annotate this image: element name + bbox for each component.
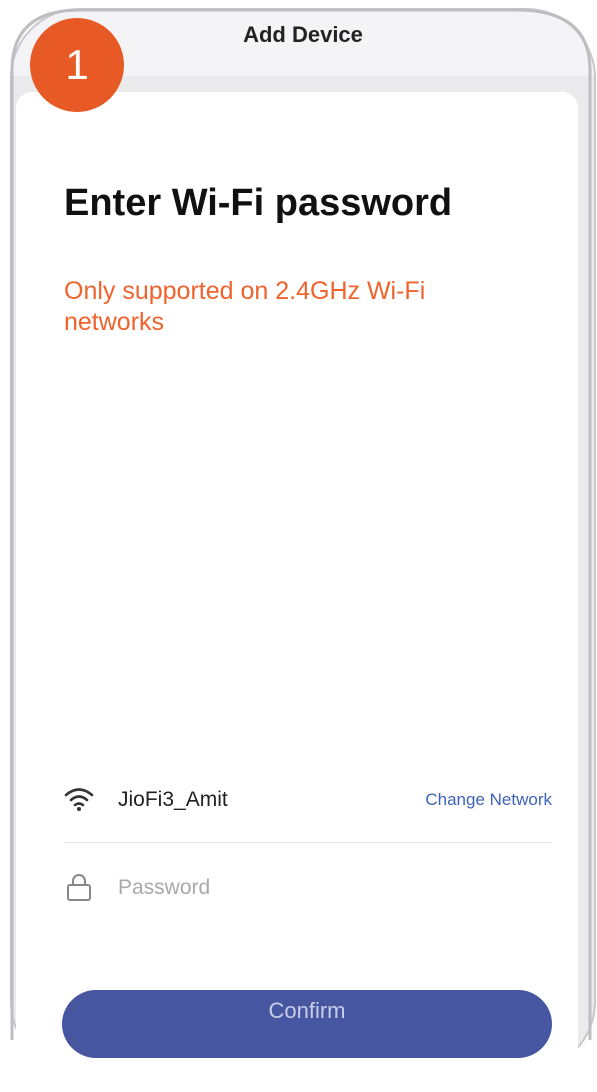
wifi-icon — [64, 788, 94, 811]
content-card — [16, 92, 578, 1092]
heading: Enter Wi-Fi password — [64, 182, 453, 224]
password-input[interactable] — [118, 872, 538, 904]
divider — [64, 842, 552, 843]
step-number-badge: 1 — [30, 18, 124, 112]
change-network-link[interactable]: Change Network — [425, 790, 552, 810]
lock-icon — [67, 874, 91, 901]
confirm-button[interactable]: Confirm — [62, 990, 552, 1058]
network-row: JioFi3_Amit Change Network — [64, 780, 552, 824]
frequency-warning: Only supported on 2.4GHz Wi-Fi networks — [64, 277, 426, 336]
network-name: JioFi3_Amit — [118, 788, 228, 811]
password-row — [64, 868, 552, 912]
